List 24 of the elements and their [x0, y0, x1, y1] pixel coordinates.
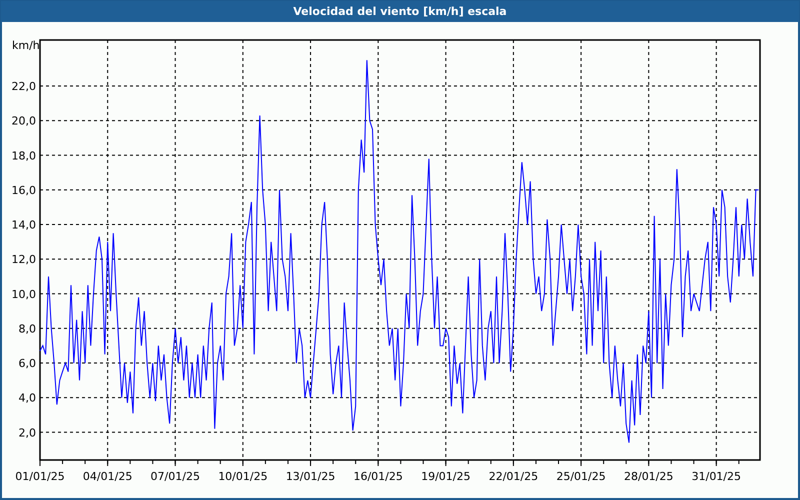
y-axis-label: 14,0: [12, 218, 36, 232]
y-axis-label: 20,0: [12, 114, 36, 128]
y-axis-label: 18,0: [12, 149, 36, 162]
x-axis-label: 07/01/25: [150, 470, 200, 483]
y-axis-label: 16,0: [12, 184, 36, 197]
y-axis-label: 10,0: [12, 288, 36, 301]
y-axis-label: 8,0: [18, 322, 36, 336]
x-axis-label: 13/01/25: [286, 470, 336, 483]
y-axis-label: 4,0: [18, 392, 36, 405]
x-axis-label: 31/01/25: [692, 470, 742, 483]
x-axis-label: 22/01/25: [488, 470, 538, 483]
x-axis-label: 25/01/25: [556, 470, 606, 483]
x-axis-label: 04/01/25: [82, 470, 132, 483]
x-axis-label: 01/01/25: [15, 470, 65, 483]
y-axis-label: 22,0: [12, 80, 36, 94]
y-axis-label: 6,0: [18, 357, 36, 370]
x-axis-label: 28/01/25: [624, 470, 674, 483]
y-axis-label: 2,0: [18, 426, 36, 440]
x-axis-label: 10/01/25: [218, 470, 268, 483]
x-axis-label: 19/01/25: [421, 470, 470, 483]
y-axis-unit: km/h: [12, 39, 40, 52]
y-axis-label: 12,0: [12, 253, 36, 266]
x-axis-label: 16/01/25: [353, 470, 403, 483]
window-title: Velocidad del viento [km/h] escala: [1, 1, 799, 22]
